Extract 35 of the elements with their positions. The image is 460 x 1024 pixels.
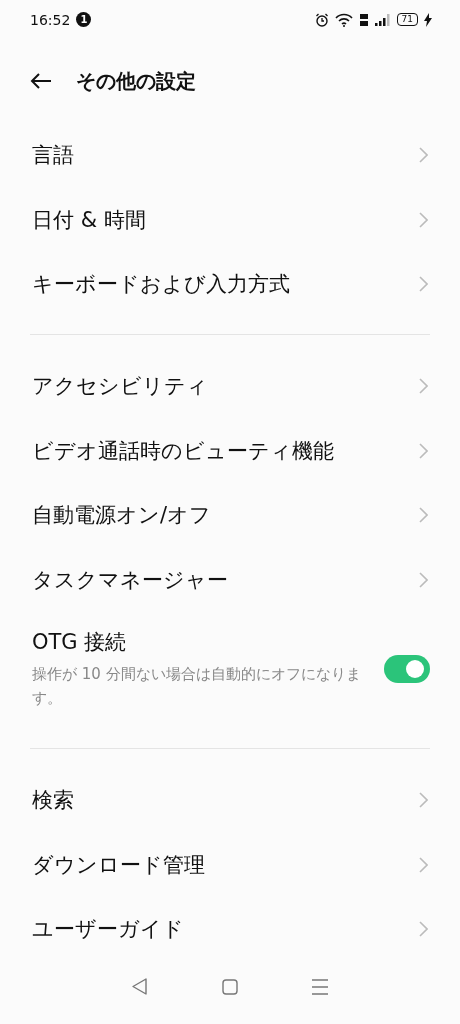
- settings-item[interactable]: 検索: [0, 767, 460, 833]
- status-time: 16:52: [30, 11, 71, 28]
- charging-icon: [424, 12, 432, 27]
- setting-label: OTG 接続: [32, 628, 128, 656]
- chevron-icon: [419, 442, 428, 459]
- chevron-icon: [419, 792, 428, 809]
- chevron-icon: [419, 856, 428, 873]
- setting-description: 操作が 10 分間ない場合は自動的にオフになります。: [32, 663, 362, 709]
- chevron-icon: [419, 147, 428, 164]
- settings-item[interactable]: ユーザーガイド: [0, 896, 460, 962]
- chevron-icon: [419, 276, 428, 293]
- chevron-icon: [419, 920, 428, 937]
- notification-badge: 1: [76, 12, 92, 27]
- settings-item[interactable]: タスクマネージャー: [0, 547, 460, 612]
- signal-icon: [374, 13, 391, 26]
- settings-item[interactable]: アクセシビリティ: [0, 354, 460, 419]
- home-nav-icon[interactable]: [222, 978, 238, 995]
- settings-item[interactable]: 言語: [0, 123, 460, 188]
- settings-item[interactable]: 自動電源オン/オフ: [0, 483, 460, 548]
- wifi-icon: [334, 12, 353, 27]
- battery-indicator: 71: [396, 13, 418, 26]
- settings-item[interactable]: ダウンロード管理: [0, 832, 460, 897]
- settings-item[interactable]: 日付 & 時間: [0, 187, 460, 252]
- chevron-icon: [419, 507, 428, 524]
- settings-item[interactable]: キーボードおよび入力方式: [0, 251, 460, 317]
- chevron-icon: [419, 571, 428, 588]
- back-nav-icon[interactable]: [132, 978, 148, 996]
- menu-nav-icon[interactable]: [312, 978, 328, 995]
- page-title: その他の設定: [76, 67, 196, 95]
- chevron-icon: [419, 211, 428, 228]
- settings-item[interactable]: ビデオ通話時のビューティ機能: [0, 418, 460, 484]
- alarm-icon: [314, 12, 329, 27]
- chevron-icon: [419, 378, 428, 395]
- toggle-switch[interactable]: [384, 654, 430, 683]
- back-arrow-icon[interactable]: [30, 73, 52, 89]
